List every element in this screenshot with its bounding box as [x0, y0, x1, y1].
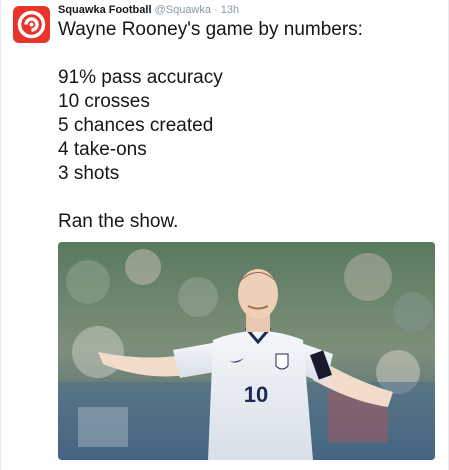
text-line: 91% pass accuracy [58, 67, 223, 88]
text-line: 4 take-ons [58, 139, 147, 160]
shirt-number: 10 [244, 382, 268, 407]
text-line: 3 shots [58, 163, 120, 184]
text-line: Wayne Rooney's game by numbers: [58, 19, 363, 40]
text-line: 5 chances created [58, 115, 214, 136]
text-blank-line [58, 186, 438, 210]
text-line: Ran the show. [58, 211, 179, 232]
text-line: 10 crosses [58, 91, 150, 112]
text-blank-line [58, 42, 438, 66]
tweet-photo[interactable]: 10 [58, 242, 435, 460]
author-handle[interactable]: @Squawka [155, 4, 211, 16]
player-photo-icon: 10 [58, 242, 435, 460]
header-separator: · [214, 4, 218, 16]
tweet-text: Wayne Rooney's game by numbers: 91% pass… [58, 18, 438, 234]
avatar[interactable] [13, 6, 50, 43]
tweet-card[interactable]: Squawka Football @Squawka · 13h Wayne Ro… [0, 0, 449, 470]
tweet-header: Squawka Football @Squawka · 13h [58, 3, 239, 17]
author-name[interactable]: Squawka Football [58, 4, 152, 16]
tweet-timestamp[interactable]: 13h [221, 4, 239, 16]
squawka-logo-icon [17, 10, 46, 39]
